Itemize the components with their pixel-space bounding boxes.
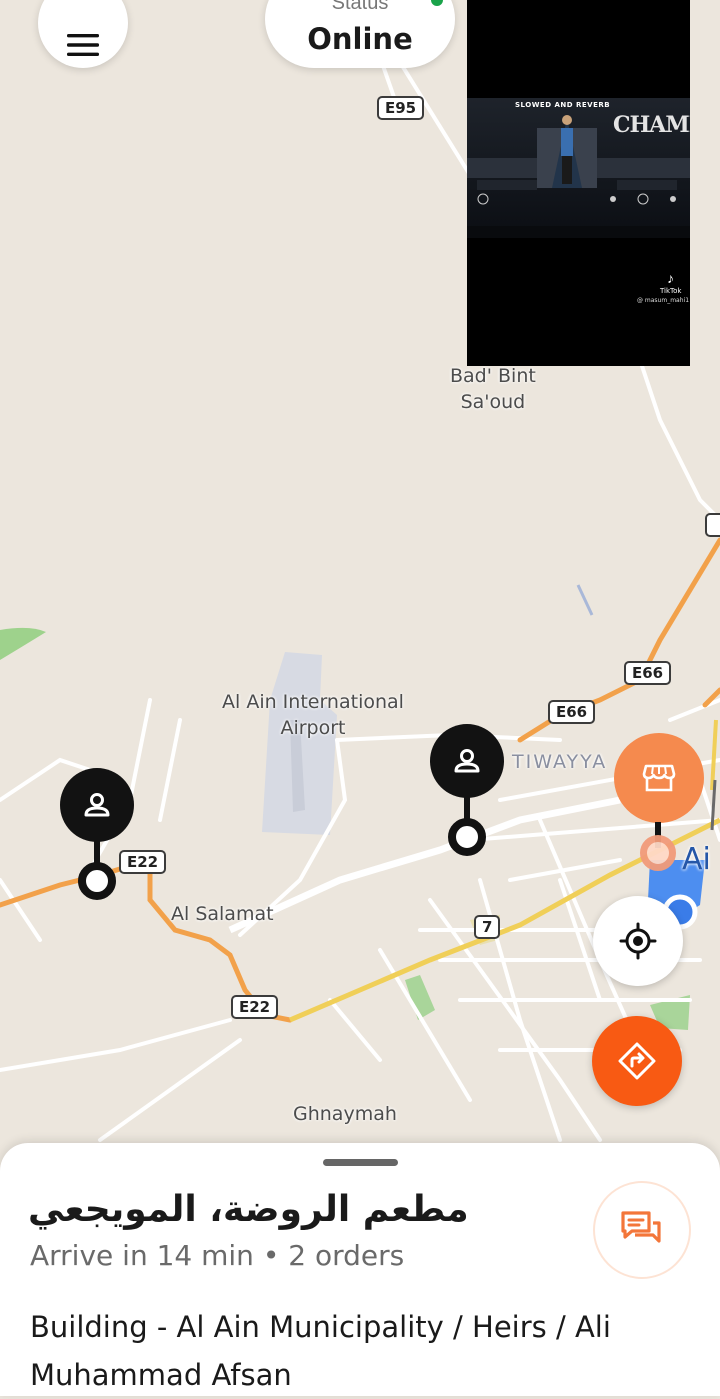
map-label-tiwayya: TIWAYYA xyxy=(512,751,608,773)
video-tag-text: SLOWED AND REVERB xyxy=(515,101,611,109)
video-overlay[interactable]: SLOWED AND REVERB CHAMPION ♪ TikTok @ ma… xyxy=(467,0,690,366)
map-label-al-ain: Ai xyxy=(682,842,711,877)
status-value: Online xyxy=(307,22,413,56)
sheet-drag-handle[interactable] xyxy=(323,1159,398,1166)
order-bottom-sheet[interactable]: مطعم الروضة، المويجعي Arrive in 14 min •… xyxy=(0,1143,720,1396)
person-icon xyxy=(60,768,134,842)
road-shield-e66-upper: E66 xyxy=(624,661,672,685)
chat-icon xyxy=(621,1211,661,1243)
store-icon xyxy=(614,733,704,823)
locate-button[interactable] xyxy=(593,896,683,986)
road-shield-e95: E95 xyxy=(377,96,425,120)
tiktok-icon: ♪ xyxy=(667,270,674,286)
status-toggle[interactable]: Status Online xyxy=(265,0,455,68)
navigate-button[interactable] xyxy=(592,1016,682,1106)
map-label-ghnaymah: Ghnaymah xyxy=(293,1103,397,1125)
road-shield-route-7: 7 xyxy=(474,915,501,939)
video-brand-text: TikTok xyxy=(660,287,682,295)
map-label-airport: Al Ain International Airport xyxy=(222,691,404,739)
crosshair-icon xyxy=(619,922,657,960)
person-icon xyxy=(430,724,504,798)
eta-orders-text: Arrive in 14 min • 2 orders xyxy=(30,1239,405,1272)
road-shield-e22-lower: E22 xyxy=(231,995,279,1019)
chat-button[interactable] xyxy=(593,1181,691,1279)
video-title-text: CHAMPION xyxy=(613,112,690,138)
navigate-diamond-icon xyxy=(618,1042,656,1080)
video-user-text: @ masum_mahi1 xyxy=(637,297,690,304)
map-label-al-salamat: Al Salamat xyxy=(171,903,274,925)
map-label-bad-bint-saoud: Bad' Bint Sa'oud xyxy=(450,365,536,413)
road-shield-e22-left: E22 xyxy=(119,850,167,874)
hamburger-icon xyxy=(67,34,99,56)
delivery-address: Building - Al Ain Municipality / Heirs /… xyxy=(30,1310,611,1392)
restaurant-name: مطعم الروضة، المويجعي xyxy=(28,1189,469,1230)
status-label: Status xyxy=(331,0,389,14)
road-shield-partial xyxy=(705,513,720,537)
road-shield-e66-lower: E66 xyxy=(548,700,596,724)
